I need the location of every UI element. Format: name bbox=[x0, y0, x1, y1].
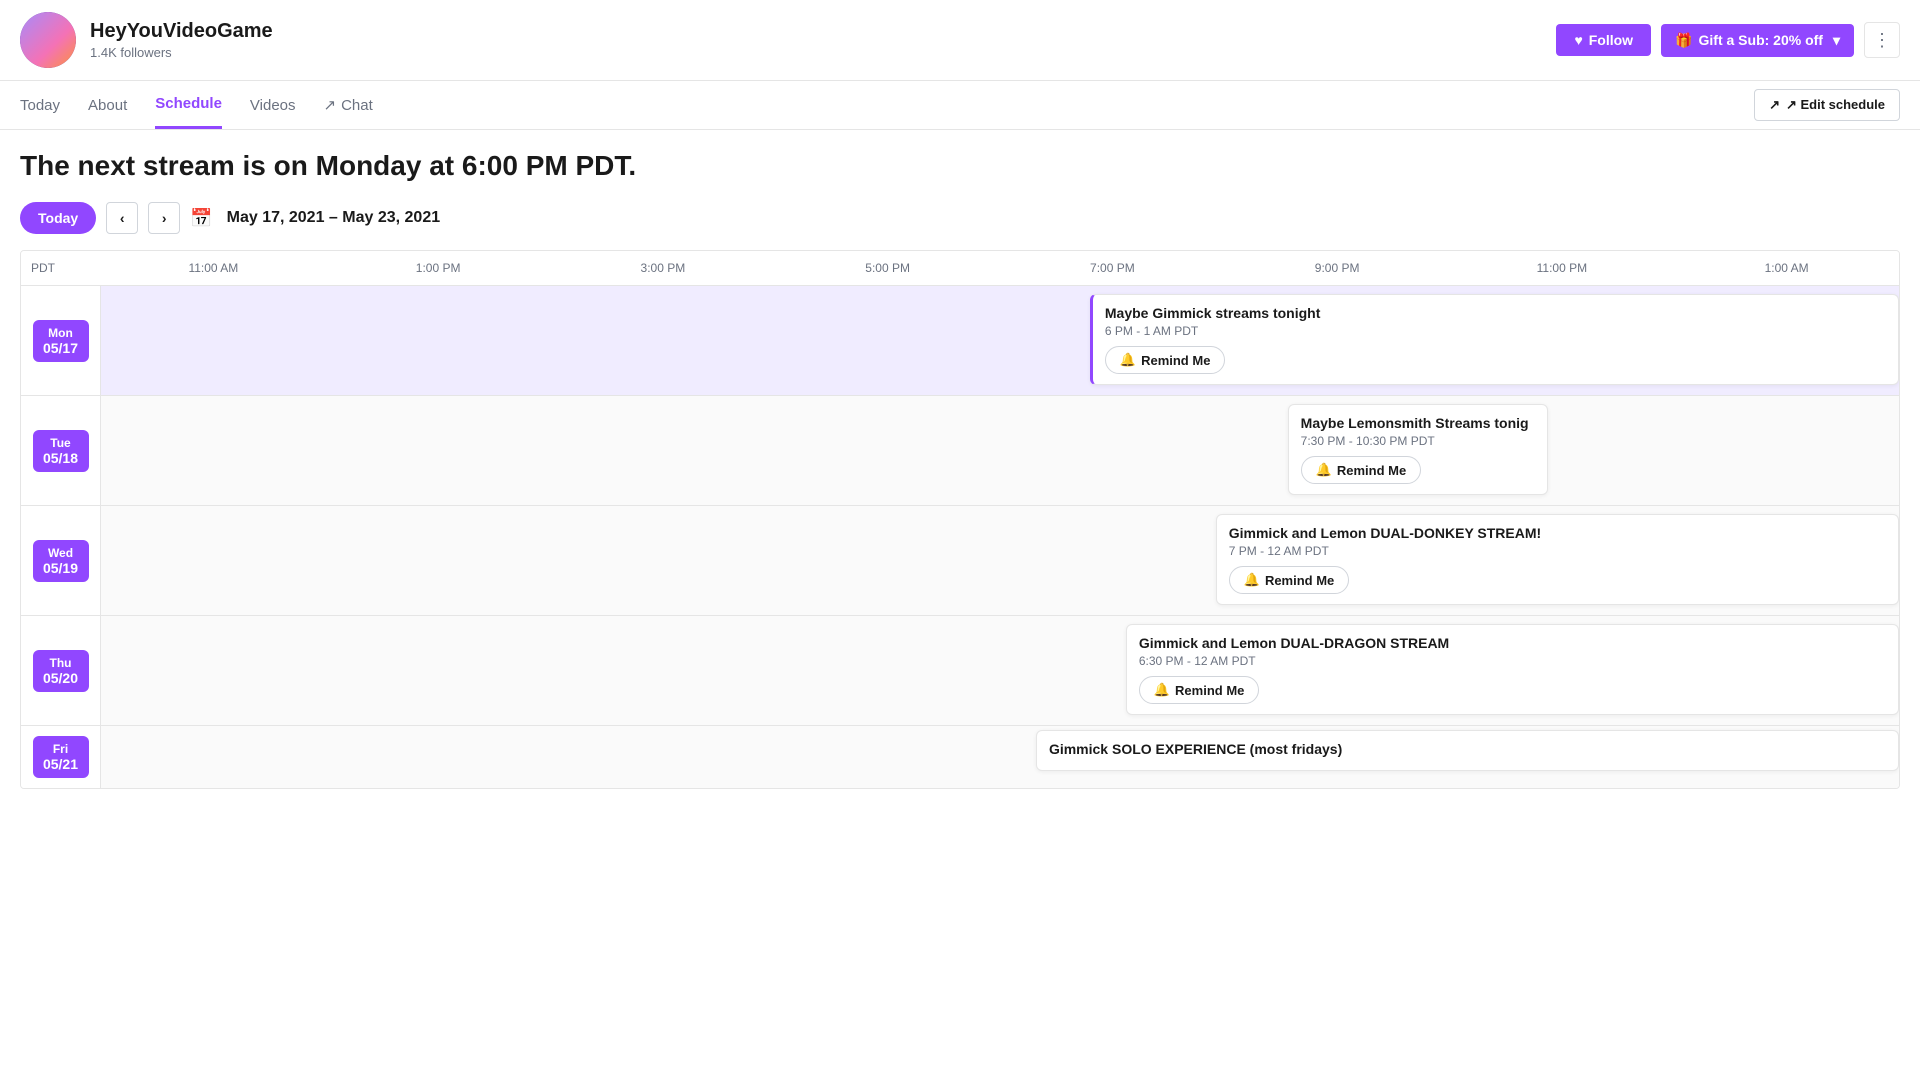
event-title-wed-1: Gimmick and Lemon DUAL-DONKEY STREAM! bbox=[1229, 525, 1609, 541]
bell-icon: 🔔 bbox=[1120, 352, 1136, 368]
remind-button-tue-1[interactable]: 🔔 Remind Me bbox=[1301, 456, 1422, 484]
prev-week-button[interactable]: ‹ bbox=[106, 202, 138, 234]
day-timeline-tuesday: Maybe Lemonsmith Streams tonig 7:30 PM -… bbox=[101, 396, 1899, 505]
dropdown-arrow-icon: ▾ bbox=[1833, 32, 1840, 49]
time-500pm: 5:00 PM bbox=[775, 251, 1000, 285]
time-900pm: 9:00 PM bbox=[1225, 251, 1450, 285]
event-card-fri-1: Gimmick SOLO EXPERIENCE (most fridays) bbox=[1036, 730, 1899, 771]
day-badge-monday: Mon 05/17 bbox=[33, 320, 89, 362]
day-row-friday: Fri 05/21 Gimmick SOLO EXPERIENCE (most … bbox=[21, 726, 1899, 788]
bell-icon-thu: 🔔 bbox=[1154, 682, 1170, 698]
calendar-icon[interactable]: 📅 bbox=[190, 208, 212, 229]
nav-schedule[interactable]: Schedule bbox=[155, 81, 222, 129]
day-timeline-thursday: Gimmick and Lemon DUAL-DRAGON STREAM 6:3… bbox=[101, 616, 1899, 725]
day-label-wednesday: Wed 05/19 bbox=[21, 506, 101, 615]
time-1100pm: 11:00 PM bbox=[1450, 251, 1675, 285]
channel-avatar bbox=[20, 12, 76, 68]
external-link-icon: ↗ bbox=[324, 96, 337, 114]
day-label-thursday: Thu 05/20 bbox=[21, 616, 101, 725]
day-label-monday: Mon 05/17 bbox=[21, 286, 101, 395]
remind-button-mon-1[interactable]: 🔔 Remind Me bbox=[1105, 346, 1226, 374]
day-date-monday: 05/17 bbox=[43, 340, 79, 356]
event-title-fri-1: Gimmick SOLO EXPERIENCE (most fridays) bbox=[1049, 741, 1429, 757]
day-date-tuesday: 05/18 bbox=[43, 450, 79, 466]
day-name-monday: Mon bbox=[43, 326, 79, 340]
next-week-button[interactable]: › bbox=[148, 202, 180, 234]
header-actions: ♥ Follow 🎁 Gift a Sub: 20% off ▾ ⋮ bbox=[1556, 22, 1900, 58]
day-name-thursday: Thu bbox=[43, 656, 79, 670]
follow-button[interactable]: ♥ Follow bbox=[1556, 24, 1651, 56]
day-date-friday: 05/21 bbox=[43, 756, 79, 772]
time-100am: 1:00 AM bbox=[1674, 251, 1899, 285]
event-card-tue-1: Maybe Lemonsmith Streams tonig 7:30 PM -… bbox=[1288, 404, 1548, 495]
timezone-label: PDT bbox=[21, 251, 101, 285]
event-title-mon-1: Maybe Gimmick streams tonight bbox=[1105, 305, 1485, 321]
event-time-mon-1: 6 PM - 1 AM PDT bbox=[1105, 324, 1886, 338]
day-timeline-wednesday: Gimmick and Lemon DUAL-DONKEY STREAM! 7 … bbox=[101, 506, 1899, 615]
day-badge-tuesday: Tue 05/18 bbox=[33, 430, 89, 472]
remind-button-thu-1[interactable]: 🔔 Remind Me bbox=[1139, 676, 1260, 704]
day-timeline-friday: Gimmick SOLO EXPERIENCE (most fridays) bbox=[101, 726, 1899, 788]
event-time-tue-1: 7:30 PM - 10:30 PM PDT bbox=[1301, 434, 1535, 448]
bell-icon-wed: 🔔 bbox=[1244, 572, 1260, 588]
remind-button-wed-1[interactable]: 🔔 Remind Me bbox=[1229, 566, 1350, 594]
header: HeyYouVideoGame 1.4K followers ♥ Follow … bbox=[0, 0, 1920, 81]
channel-followers: 1.4K followers bbox=[90, 45, 1556, 60]
nav-videos[interactable]: Videos bbox=[250, 83, 296, 128]
bell-icon-tue: 🔔 bbox=[1316, 462, 1332, 478]
nav-home[interactable]: Today bbox=[20, 83, 60, 128]
day-name-wednesday: Wed bbox=[43, 546, 79, 560]
nav: Today About Schedule Videos ↗ Chat ↗ ↗ E… bbox=[0, 81, 1920, 130]
nav-about[interactable]: About bbox=[88, 83, 127, 128]
day-label-friday: Fri 05/21 bbox=[21, 726, 101, 788]
event-title-tue-1: Maybe Lemonsmith Streams tonig bbox=[1301, 415, 1535, 431]
day-row-thursday: Thu 05/20 Gimmick and Lemon DUAL-DRAGON … bbox=[21, 616, 1899, 726]
nav-chat[interactable]: ↗ Chat bbox=[324, 82, 373, 128]
main-content: The next stream is on Monday at 6:00 PM … bbox=[0, 130, 1920, 789]
gift-sub-button[interactable]: 🎁 Gift a Sub: 20% off ▾ bbox=[1661, 24, 1854, 57]
day-badge-friday: Fri 05/21 bbox=[33, 736, 89, 778]
heart-icon: ♥ bbox=[1574, 32, 1582, 48]
time-100pm: 1:00 PM bbox=[326, 251, 551, 285]
gift-icon: 🎁 bbox=[1675, 32, 1692, 49]
event-title-thu-1: Gimmick and Lemon DUAL-DRAGON STREAM bbox=[1139, 635, 1519, 651]
event-card-mon-1: Maybe Gimmick streams tonight 6 PM - 1 A… bbox=[1090, 294, 1899, 385]
day-row-monday: Mon 05/17 Maybe Gimmick streams tonight … bbox=[21, 286, 1899, 396]
day-name-tuesday: Tue bbox=[43, 436, 79, 450]
event-time-wed-1: 7 PM - 12 AM PDT bbox=[1229, 544, 1886, 558]
day-label-tuesday: Tue 05/18 bbox=[21, 396, 101, 505]
channel-info: HeyYouVideoGame 1.4K followers bbox=[90, 20, 1556, 60]
time-1100am: 11:00 AM bbox=[101, 251, 326, 285]
channel-name: HeyYouVideoGame bbox=[90, 20, 1556, 43]
external-link-icon-2: ↗ bbox=[1769, 97, 1780, 113]
more-options-button[interactable]: ⋮ bbox=[1864, 22, 1900, 58]
day-row-wednesday: Wed 05/19 Gimmick and Lemon DUAL-DONKEY … bbox=[21, 506, 1899, 616]
event-card-wed-1: Gimmick and Lemon DUAL-DONKEY STREAM! 7 … bbox=[1216, 514, 1899, 605]
time-300pm: 3:00 PM bbox=[551, 251, 776, 285]
day-timeline-monday: Maybe Gimmick streams tonight 6 PM - 1 A… bbox=[101, 286, 1899, 395]
next-stream-announcement: The next stream is on Monday at 6:00 PM … bbox=[20, 150, 1900, 182]
event-card-thu-1: Gimmick and Lemon DUAL-DRAGON STREAM 6:3… bbox=[1126, 624, 1899, 715]
calendar-controls: Today ‹ › 📅 May 17, 2021 – May 23, 2021 bbox=[20, 202, 1900, 234]
day-date-thursday: 05/20 bbox=[43, 670, 79, 686]
time-header-row: PDT 11:00 AM 1:00 PM 3:00 PM 5:00 PM 7:0… bbox=[21, 251, 1899, 286]
day-badge-wednesday: Wed 05/19 bbox=[33, 540, 89, 582]
time-700pm: 7:00 PM bbox=[1000, 251, 1225, 285]
date-range: May 17, 2021 – May 23, 2021 bbox=[227, 209, 441, 227]
day-badge-thursday: Thu 05/20 bbox=[33, 650, 89, 692]
schedule-grid: PDT 11:00 AM 1:00 PM 3:00 PM 5:00 PM 7:0… bbox=[20, 250, 1900, 789]
today-button[interactable]: Today bbox=[20, 202, 96, 234]
day-row-tuesday: Tue 05/18 Maybe Lemonsmith Streams tonig… bbox=[21, 396, 1899, 506]
day-date-wednesday: 05/19 bbox=[43, 560, 79, 576]
event-time-thu-1: 6:30 PM - 12 AM PDT bbox=[1139, 654, 1886, 668]
day-name-friday: Fri bbox=[43, 742, 79, 756]
edit-schedule-button[interactable]: ↗ ↗ Edit schedule bbox=[1754, 89, 1900, 121]
